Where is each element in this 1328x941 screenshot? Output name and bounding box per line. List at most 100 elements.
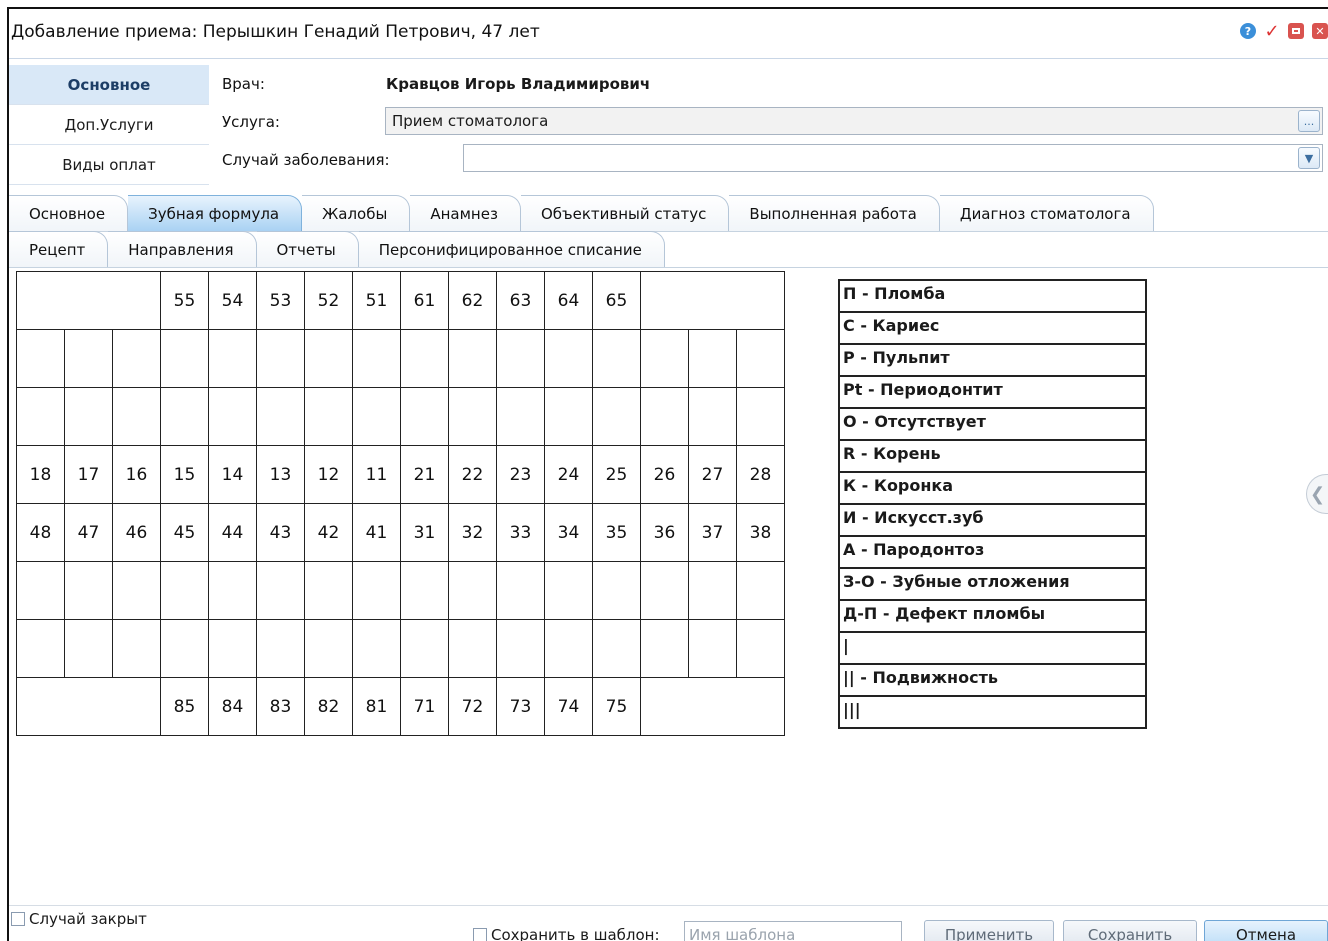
status-cell[interactable] [208,387,257,446]
status-cell[interactable] [640,387,689,446]
apply-button[interactable]: Применить [924,920,1054,941]
tooth-cell[interactable]: 81 [352,677,401,736]
tooth-cell[interactable]: 83 [256,677,305,736]
tooth-cell[interactable]: 22 [448,445,497,504]
status-cell[interactable] [208,561,257,620]
tooth-cell[interactable]: 38 [736,503,785,562]
status-cell[interactable] [448,387,497,446]
legend-item[interactable]: Д-П - Дефект пломбы [838,599,1147,633]
status-cell[interactable] [208,329,257,388]
tooth-cell[interactable]: 84 [208,677,257,736]
status-cell[interactable] [736,561,785,620]
tooth-cell[interactable]: 48 [16,503,65,562]
tooth-cell[interactable]: 75 [592,677,641,736]
tooth-cell[interactable]: 62 [448,271,497,330]
case-combobox[interactable]: ▼ [463,144,1323,172]
tooth-cell[interactable]: 18 [16,445,65,504]
legend-item[interactable]: А - Пародонтоз [838,535,1147,569]
status-cell[interactable] [448,619,497,678]
status-cell[interactable] [64,561,113,620]
status-cell[interactable] [496,619,545,678]
tooth-cell[interactable]: 45 [160,503,209,562]
legend-item[interactable]: | [838,631,1147,665]
tooth-cell[interactable]: 85 [160,677,209,736]
service-field[interactable]: Прием стоматолога ... [385,107,1323,135]
tooth-cell[interactable]: 34 [544,503,593,562]
status-cell[interactable] [544,561,593,620]
status-cell[interactable] [496,329,545,388]
status-cell[interactable] [592,561,641,620]
legend-item[interactable]: О - Отсутствует [838,407,1147,441]
case-closed-checkbox[interactable]: Случай закрыт [11,910,147,928]
tooth-cell[interactable]: 44 [208,503,257,562]
status-cell[interactable] [640,329,689,388]
status-cell[interactable] [16,561,65,620]
status-cell[interactable] [640,619,689,678]
status-cell[interactable] [160,329,209,388]
status-cell[interactable] [640,561,689,620]
status-cell[interactable] [400,387,449,446]
status-cell[interactable] [16,387,65,446]
legend-item[interactable]: R - Корень [838,439,1147,473]
status-cell[interactable] [544,619,593,678]
tab-work-done[interactable]: Выполненная работа [729,195,940,231]
nav-item-extra-services[interactable]: Доп.Услуги [9,105,209,145]
tooth-cell[interactable]: 47 [64,503,113,562]
collapse-panel-icon[interactable]: ❮ [1306,474,1328,514]
tooth-cell[interactable]: 31 [400,503,449,562]
legend-item[interactable]: Pt - Периодонтит [838,375,1147,409]
cancel-button[interactable]: Отмена [1204,920,1328,941]
legend-item[interactable]: И - Искусст.зуб [838,503,1147,537]
status-cell[interactable] [688,619,737,678]
tooth-cell[interactable]: 13 [256,445,305,504]
check-icon[interactable]: ✓ [1264,21,1280,42]
status-cell[interactable] [592,329,641,388]
tooth-cell[interactable]: 55 [160,271,209,330]
legend-item[interactable]: З-О - Зубные отложения [838,567,1147,601]
tooth-cell[interactable]: 27 [688,445,737,504]
tab-main[interactable]: Основное [9,195,129,231]
status-cell[interactable] [592,387,641,446]
legend-item[interactable]: К - Коронка [838,471,1147,505]
status-cell[interactable] [112,561,161,620]
tooth-cell[interactable]: 35 [592,503,641,562]
service-select-button[interactable]: ... [1298,110,1320,132]
tooth-cell[interactable]: 25 [592,445,641,504]
tooth-cell[interactable]: 11 [352,445,401,504]
status-cell[interactable] [112,619,161,678]
tooth-cell[interactable]: 33 [496,503,545,562]
status-cell[interactable] [736,387,785,446]
tab-reports[interactable]: Отчеты [256,231,359,267]
tooth-cell[interactable]: 28 [736,445,785,504]
tooth-cell[interactable]: 82 [304,677,353,736]
status-cell[interactable] [304,561,353,620]
status-cell[interactable] [16,329,65,388]
status-cell[interactable] [400,561,449,620]
status-cell[interactable] [304,619,353,678]
tooth-cell[interactable]: 15 [160,445,209,504]
tab-objective-status[interactable]: Объективный статус [520,195,730,231]
tooth-cell[interactable]: 74 [544,677,593,736]
nav-item-payment-types[interactable]: Виды оплат [9,145,209,185]
tab-referrals[interactable]: Направления [108,231,257,267]
save-button[interactable]: Сохранить [1063,920,1197,941]
status-cell[interactable] [64,329,113,388]
status-cell[interactable] [496,561,545,620]
status-cell[interactable] [496,387,545,446]
status-cell[interactable] [352,387,401,446]
status-cell[interactable] [160,561,209,620]
tooth-cell[interactable]: 65 [592,271,641,330]
tooth-cell[interactable]: 63 [496,271,545,330]
legend-item[interactable]: С - Кариес [838,311,1147,345]
status-cell[interactable] [64,387,113,446]
status-cell[interactable] [736,619,785,678]
status-cell[interactable] [688,329,737,388]
status-cell[interactable] [544,387,593,446]
tooth-cell[interactable]: 43 [256,503,305,562]
status-cell[interactable] [256,619,305,678]
status-cell[interactable] [400,329,449,388]
status-cell[interactable] [352,561,401,620]
tab-anamnesis[interactable]: Анамнез [410,195,521,231]
status-cell[interactable] [592,619,641,678]
status-cell[interactable] [688,387,737,446]
